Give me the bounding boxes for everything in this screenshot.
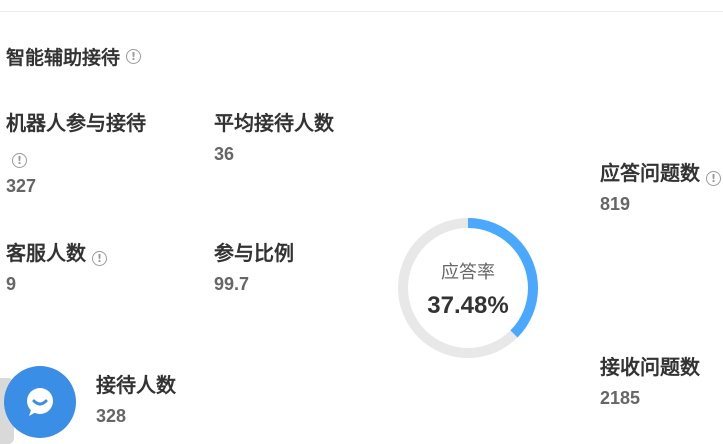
stat-label: 平均接待人数: [214, 113, 334, 135]
gauge-ring: [398, 218, 538, 358]
stat-value: 327: [6, 176, 37, 196]
gauge-value: 37.48%: [427, 292, 509, 319]
chat-bubble-icon: [27, 388, 53, 416]
stat-label: 客服人数!: [6, 238, 166, 270]
stat-value: 328: [96, 406, 127, 426]
stat-participation-ratio: 参与比例 99.7: [214, 238, 374, 295]
stat-label-text: 机器人参与接待: [6, 113, 146, 135]
stat-label: 接待人数: [96, 375, 176, 397]
stat-label: 机器人参与接待!: [6, 108, 146, 172]
stat-received-questions: 接收问题数 2185: [600, 352, 723, 409]
info-icon[interactable]: !: [126, 49, 142, 64]
stat-label-text: 应答问题数: [600, 163, 700, 185]
chat-button[interactable]: [4, 366, 76, 438]
stat-agents: 客服人数! 9: [6, 238, 166, 295]
section-header: 智能辅助接待 !: [6, 43, 142, 70]
stat-label: 参与比例: [214, 243, 294, 265]
stat-label-text: 客服人数: [6, 243, 86, 265]
stat-value: 2185: [600, 388, 641, 408]
stat-value: 9: [6, 274, 17, 294]
section-title: 智能辅助接待: [6, 48, 121, 69]
stat-avg-reception: 平均接待人数 36: [214, 108, 334, 165]
stat-label: 应答问题数!: [600, 158, 723, 190]
stat-value: 819: [600, 194, 631, 214]
stat-robot-reception: 机器人参与接待! 327: [6, 108, 146, 197]
stat-served: 接待人数 328: [96, 370, 256, 427]
stat-label: 接收问题数: [600, 357, 700, 379]
stat-value: 36: [214, 144, 235, 164]
gauge-label: 应答率: [441, 262, 495, 282]
info-icon[interactable]: !: [706, 171, 721, 186]
info-icon[interactable]: !: [12, 153, 27, 168]
info-icon[interactable]: !: [92, 251, 107, 266]
stat-answered-questions: 应答问题数! 819: [600, 158, 723, 215]
top-divider: [0, 11, 723, 12]
response-rate-gauge: 应答率 37.48%: [396, 216, 540, 360]
stat-value: 99.7: [214, 274, 250, 294]
